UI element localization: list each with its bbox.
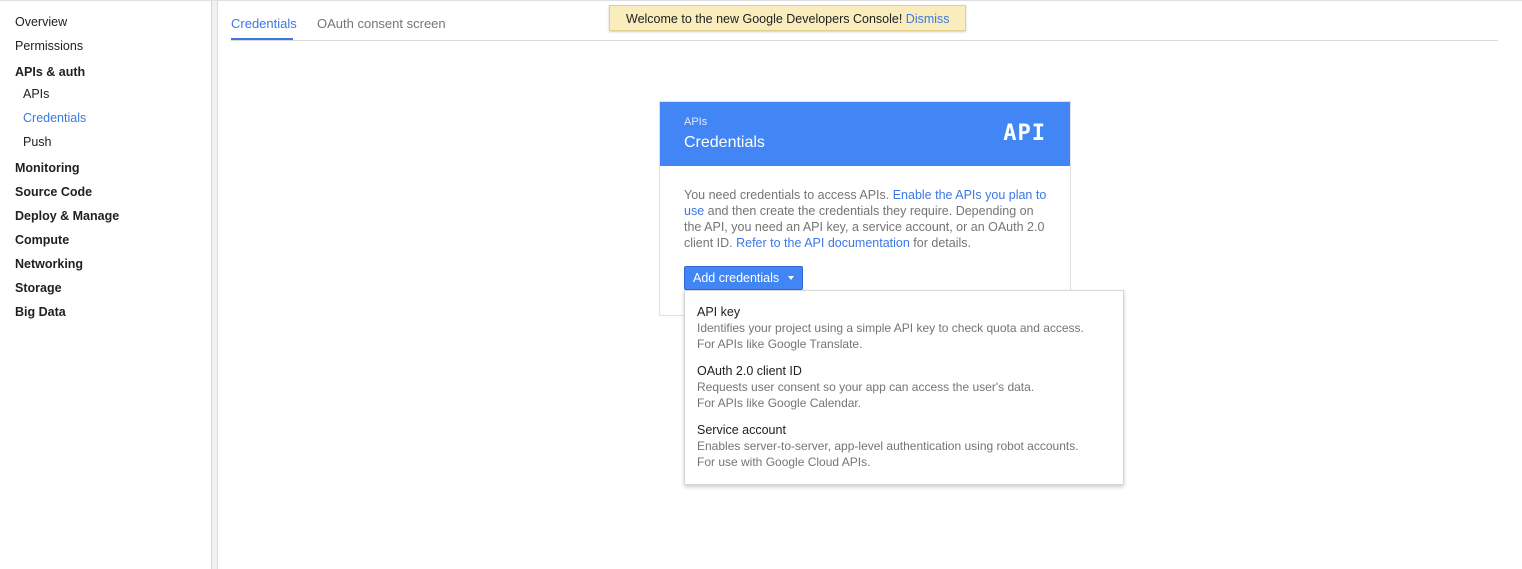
tab-oauth-consent-screen[interactable]: OAuth consent screen [317,16,446,32]
sidebar: Overview Permissions APIs & auth APIs Cr… [0,1,212,569]
sidebar-item-monitoring[interactable]: Monitoring [15,160,80,176]
caret-down-icon [788,275,795,280]
card-description: You need credentials to access APIs. Ena… [684,187,1048,251]
sidebar-item-compute[interactable]: Compute [15,232,69,248]
credentials-card: APIs Credentials API You need credential… [659,101,1071,316]
sidebar-item-networking[interactable]: Networking [15,256,83,272]
menu-item-description: Identifies your project using a simple A… [697,321,1084,335]
welcome-banner-text: Welcome to the new Google Developers Con… [626,12,903,26]
sidebar-item-permissions[interactable]: Permissions [15,38,83,54]
api-documentation-link[interactable]: Refer to the API documentation [736,236,910,250]
menu-item-description: Requests user consent so your app can ac… [697,380,1035,394]
card-kicker: APIs [684,116,708,128]
menu-item-oauth-client-id[interactable]: OAuth 2.0 client ID Requests user consen… [697,363,1107,411]
sidebar-item-big-data[interactable]: Big Data [15,304,66,320]
menu-item-title: Service account [697,423,786,437]
card-description-text-3: for details. [909,236,971,250]
card-title: Credentials [684,134,765,151]
sidebar-item-source-code[interactable]: Source Code [15,184,92,200]
sidebar-resize-gutter[interactable] [212,1,218,569]
menu-item-title: API key [697,305,741,319]
sidebar-item-apis-auth[interactable]: APIs & auth [15,64,85,80]
sidebar-item-overview[interactable]: Overview [15,14,67,30]
add-credentials-menu: API key Identifies your project using a … [684,290,1124,485]
api-logo-icon: API [1003,121,1046,146]
add-credentials-label: Add credentials [693,271,780,285]
menu-item-api-key[interactable]: API key Identifies your project using a … [697,304,1107,352]
card-description-text-1: You need credentials to access APIs. [684,188,893,202]
menu-item-description: For APIs like Google Translate. [697,337,863,351]
add-credentials-button[interactable]: Add credentials [684,266,804,290]
developers-console-page: Overview Permissions APIs & auth APIs Cr… [0,0,1522,569]
menu-item-description: For use with Google Cloud APIs. [697,455,871,469]
dismiss-link[interactable]: Dismiss [906,12,950,26]
menu-item-description: Enables server-to-server, app-level auth… [697,439,1079,453]
tab-credentials[interactable]: Credentials [231,16,297,32]
sidebar-item-apis[interactable]: APIs [23,86,49,102]
welcome-banner: Welcome to the new Google Developers Con… [609,5,966,31]
menu-item-description: For APIs like Google Calendar. [697,396,862,410]
sidebar-item-credentials[interactable]: Credentials [23,110,86,126]
menu-item-service-account[interactable]: Service account Enables server-to-server… [697,422,1107,470]
active-tab-indicator [231,38,293,40]
menu-item-title: OAuth 2.0 client ID [697,364,802,378]
sidebar-item-storage[interactable]: Storage [15,280,62,296]
card-header: APIs Credentials API [660,102,1070,166]
sidebar-item-deploy-manage[interactable]: Deploy & Manage [15,208,119,224]
sidebar-item-push[interactable]: Push [23,134,52,150]
